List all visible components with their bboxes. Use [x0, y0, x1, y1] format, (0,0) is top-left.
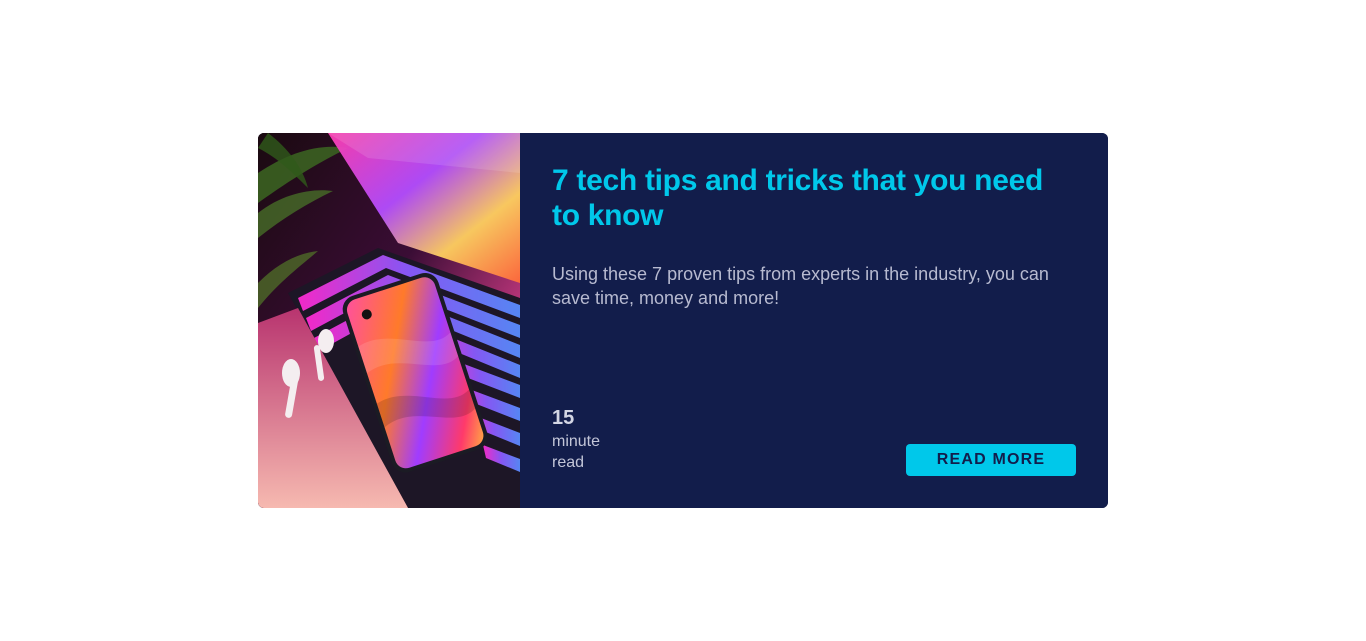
article-description: Using these 7 proven tips from experts i…: [552, 264, 1049, 308]
read-time-value: 15: [552, 407, 575, 429]
article-title: 7 tech tips and tricks that you need to …: [552, 164, 1043, 232]
card-content: 7 tech tips and tricks that you need to …: [520, 133, 1108, 508]
article-image: [258, 133, 520, 508]
read-more-button[interactable]: READ MORE: [906, 444, 1076, 476]
article-card: 7 tech tips and tricks that you need to …: [258, 133, 1108, 508]
read-time-label: read: [552, 454, 585, 471]
read-time-unit: minute: [552, 433, 601, 450]
read-time: 15 minute read: [552, 405, 600, 473]
